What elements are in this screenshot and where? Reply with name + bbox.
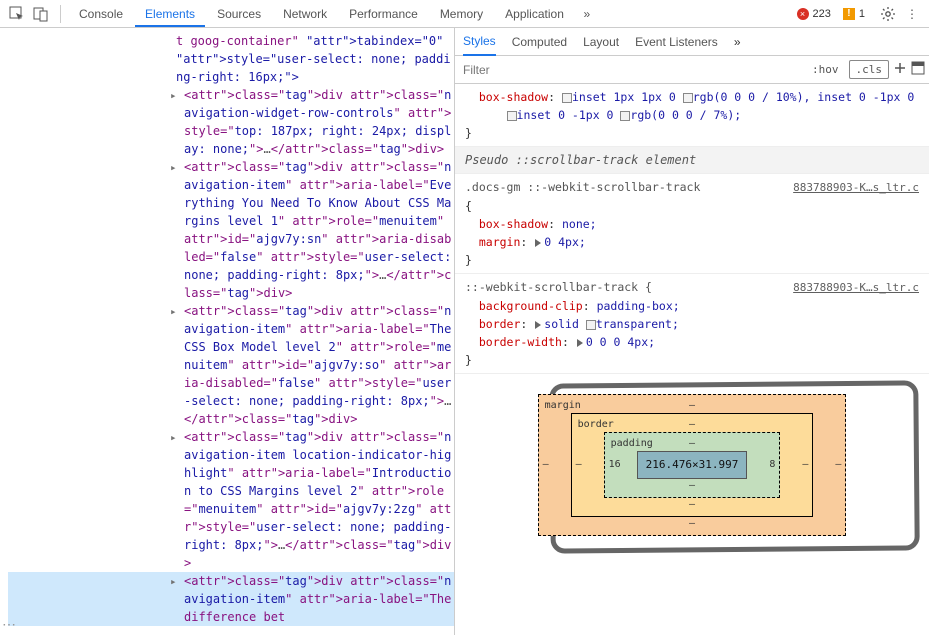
main-panels: t goog-container" "attr">tabindex="0" "a…: [0, 28, 929, 635]
tab-network[interactable]: Network: [273, 1, 337, 27]
more-tabs-icon[interactable]: »: [576, 3, 598, 25]
computed-toggle-icon[interactable]: [911, 61, 925, 78]
css-prop[interactable]: border-width: [479, 335, 562, 349]
shadow-swatch-icon[interactable]: [507, 111, 517, 121]
dom-node[interactable]: t goog-container" "attr">tabindex="0" "a…: [8, 32, 454, 86]
breadcrumb-dots[interactable]: ⋯: [2, 616, 18, 633]
dom-node[interactable]: <attr">class="tag">div attr">class="navi…: [8, 572, 454, 626]
expand-arrow-icon[interactable]: [535, 239, 541, 247]
shadow-swatch-icon[interactable]: [562, 93, 572, 103]
styles-subtabs: Styles Computed Layout Event Listeners »: [455, 28, 929, 56]
kebab-menu-icon[interactable]: ⋮: [901, 3, 923, 25]
dom-node[interactable]: <attr">class="tag">div attr">class="navi…: [8, 86, 454, 158]
new-style-rule-icon[interactable]: [893, 61, 907, 78]
stylesheet-source-link[interactable]: 883788903-K…s_ltr.c: [793, 179, 919, 197]
box-model-content[interactable]: 216.476×31.997: [637, 451, 748, 479]
box-model-padding[interactable]: padding – 8 – 16 216.476×31.997: [604, 432, 781, 498]
color-swatch-icon[interactable]: [683, 93, 693, 103]
subtab-event-listeners[interactable]: Event Listeners: [635, 29, 718, 55]
more-subtabs-icon[interactable]: »: [734, 35, 741, 49]
css-val[interactable]: inset 1px 1px 0: [572, 90, 683, 104]
expand-arrow-icon[interactable]: [577, 339, 583, 347]
subtab-computed[interactable]: Computed: [512, 29, 567, 55]
tab-performance[interactable]: Performance: [339, 1, 428, 27]
warnings-chip[interactable]: !1: [843, 8, 865, 20]
styles-pane: Styles Computed Layout Event Listeners »…: [455, 28, 929, 635]
styles-filter-row: :hov .cls: [455, 56, 929, 84]
css-val[interactable]: none;: [562, 217, 597, 231]
css-val[interactable]: solid: [544, 317, 586, 331]
color-swatch-icon[interactable]: [586, 320, 596, 330]
subtab-styles[interactable]: Styles: [463, 28, 496, 56]
tab-sources[interactable]: Sources: [207, 1, 271, 27]
dom-node[interactable]: <attr">class="tag">div attr">class="navi…: [8, 158, 454, 302]
css-prop[interactable]: box-shadow: [479, 217, 548, 231]
dom-tree[interactable]: t goog-container" "attr">tabindex="0" "a…: [0, 28, 454, 630]
css-val[interactable]: 0 0 0 4px;: [586, 335, 655, 349]
pseudo-element-header: Pseudo ::scrollbar-track element: [455, 147, 929, 174]
expand-arrow-icon[interactable]: [535, 321, 541, 329]
style-rule-0[interactable]: box-shadow: inset 1px 1px 0 rgb(0 0 0 / …: [455, 84, 929, 147]
tab-elements[interactable]: Elements: [135, 1, 205, 27]
elements-tree-pane[interactable]: t goog-container" "attr">tabindex="0" "a…: [0, 28, 455, 635]
box-model-margin[interactable]: margin – – – – border – – – – padding –: [538, 394, 847, 536]
rule-close: }: [465, 124, 919, 142]
css-prop[interactable]: margin: [479, 235, 521, 249]
stylesheet-source-link[interactable]: 883788903-K…s_ltr.c: [793, 279, 919, 297]
errors-chip[interactable]: × 223: [797, 8, 831, 20]
rule-open: {: [465, 197, 919, 215]
css-selector[interactable]: .docs-gm ::-webkit-scrollbar-track: [465, 178, 700, 196]
hov-toggle[interactable]: :hov: [806, 61, 845, 78]
cls-toggle[interactable]: .cls: [849, 60, 890, 79]
warnings-count: 1: [859, 8, 865, 20]
dom-node[interactable]: <attr">class="tag">div attr">class="navi…: [8, 428, 454, 572]
css-prop[interactable]: box-shadow: [479, 90, 548, 104]
rule-close: }: [465, 351, 919, 369]
css-selector[interactable]: ::-webkit-scrollbar-track {: [465, 278, 652, 296]
rule-close: }: [465, 251, 919, 269]
inspect-icon[interactable]: [6, 3, 28, 25]
css-prop[interactable]: background-clip: [479, 299, 583, 313]
color-swatch-icon[interactable]: [620, 111, 630, 121]
style-rule-2[interactable]: ::-webkit-scrollbar-track { 883788903-K……: [455, 274, 929, 374]
styles-rules[interactable]: box-shadow: inset 1px 1px 0 rgb(0 0 0 / …: [455, 84, 929, 635]
devtools-toolbar: Console Elements Sources Network Perform…: [0, 0, 929, 28]
device-toggle-icon[interactable]: [30, 3, 52, 25]
warning-icon: !: [843, 8, 855, 20]
css-val[interactable]: 0 4px;: [544, 235, 586, 249]
error-icon: ×: [797, 8, 809, 20]
errors-count: 223: [813, 8, 831, 20]
tab-memory[interactable]: Memory: [430, 1, 493, 27]
separator: [60, 5, 61, 23]
styles-filter-input[interactable]: [459, 59, 802, 81]
dom-node[interactable]: <attr">class="tag">div attr">class="navi…: [8, 302, 454, 428]
css-val[interactable]: padding-box;: [597, 299, 680, 313]
tab-application[interactable]: Application: [495, 1, 574, 27]
tab-console[interactable]: Console: [69, 1, 133, 27]
settings-gear-icon[interactable]: [877, 3, 899, 25]
css-prop[interactable]: border: [479, 317, 521, 331]
style-rule-1[interactable]: .docs-gm ::-webkit-scrollbar-track 88378…: [455, 174, 929, 274]
subtab-layout[interactable]: Layout: [583, 29, 619, 55]
box-model-border[interactable]: border – – – – padding – 8 – 16 216.476×…: [571, 413, 814, 517]
box-model-diagram: margin – – – – border – – – – padding –: [455, 374, 929, 556]
